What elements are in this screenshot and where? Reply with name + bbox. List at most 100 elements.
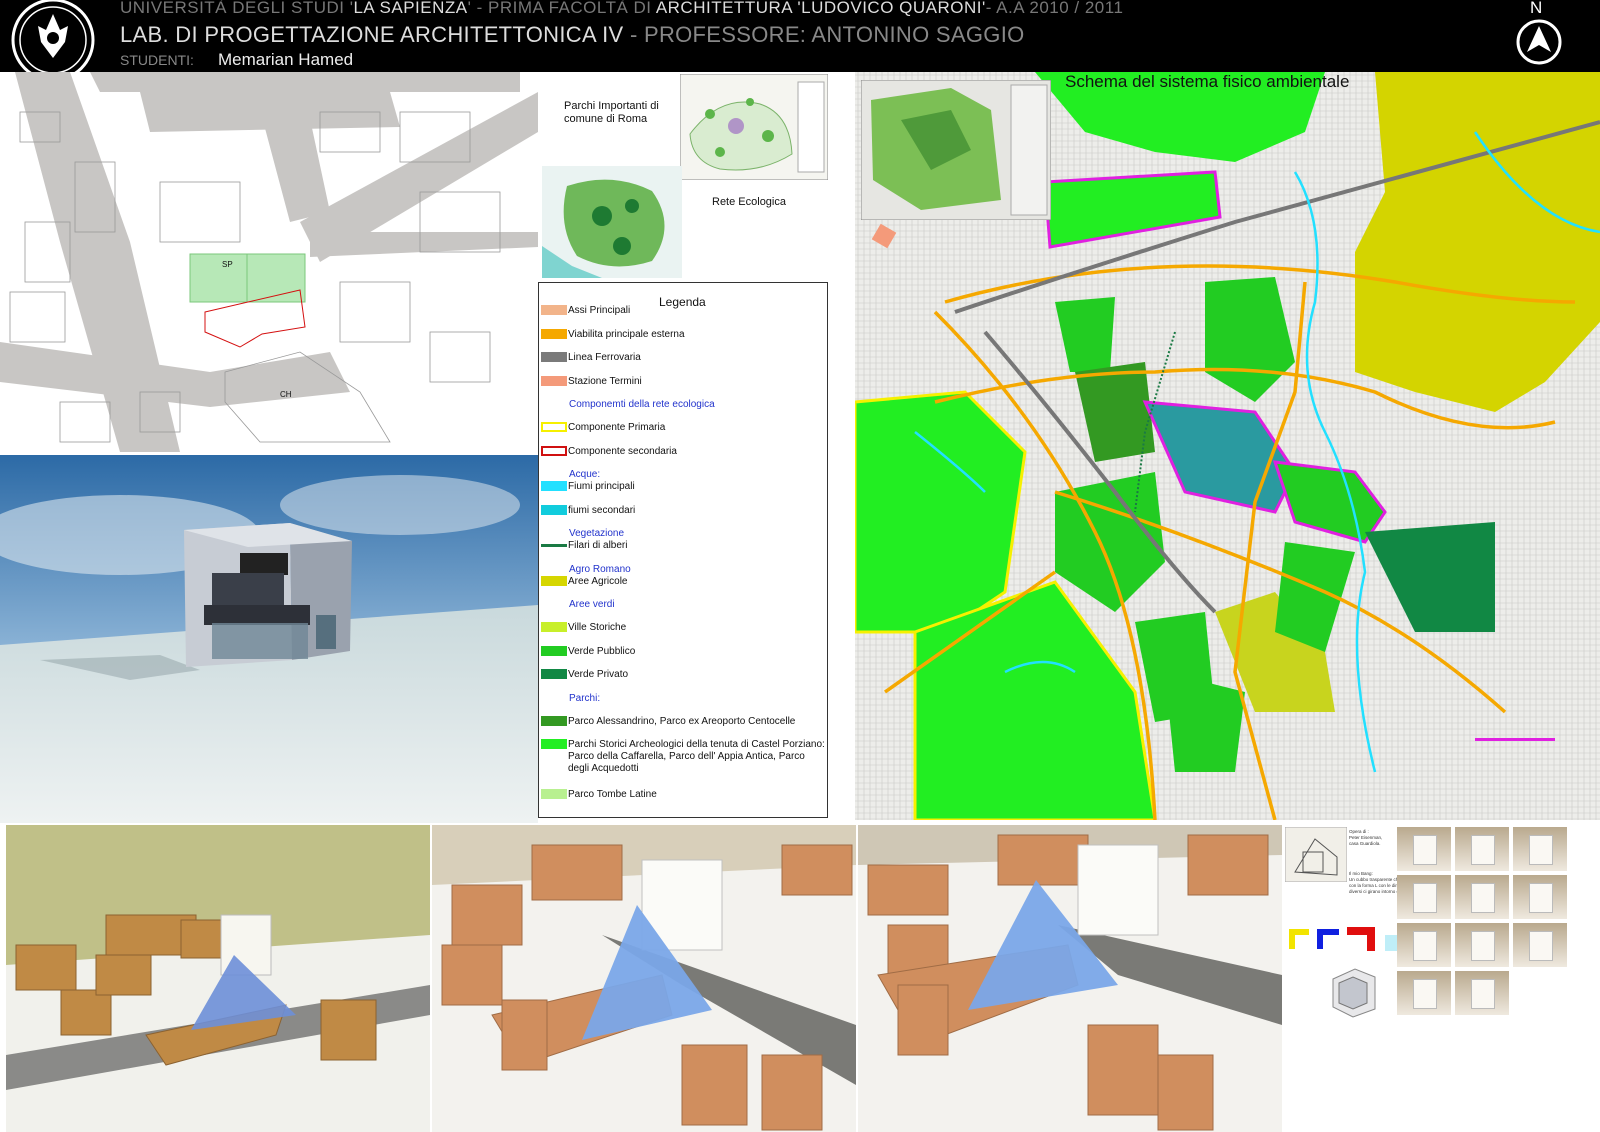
model-thumbnail-block bbox=[1413, 835, 1437, 865]
legend-label: Stazione Termini bbox=[568, 375, 642, 387]
university-line: UNIVERSITÀ DEGLI STUDI 'LA SAPIENZA' - P… bbox=[120, 0, 1124, 17]
model-thumbnail-block bbox=[1471, 883, 1495, 913]
legend-item: Parco Tombe Latine bbox=[541, 789, 657, 803]
model-thumbnail bbox=[1397, 875, 1451, 919]
legend-label: Verde Pubblico bbox=[568, 645, 636, 657]
model-thumbnail bbox=[1455, 875, 1509, 919]
concept-panel: Opera di : Peter Eisenman, casa Guardiol… bbox=[1285, 825, 1600, 1132]
legend-swatch bbox=[541, 739, 567, 750]
student-name: Memarian Hamed bbox=[218, 50, 354, 69]
legend-swatch bbox=[541, 328, 567, 339]
legend-label: Parchi Storici Archeologici della tenuta… bbox=[568, 739, 825, 774]
legend-label: fiumi secondari bbox=[568, 504, 636, 516]
legend-label: Aree Agricole bbox=[568, 575, 628, 587]
opera-caption: Opera di : Peter Eisenman, casa Guardiol… bbox=[1349, 829, 1383, 846]
legend-item: Ville Storiche bbox=[541, 622, 626, 636]
north-label: N bbox=[1530, 0, 1543, 17]
legend-label: Componente secondaria bbox=[568, 445, 677, 457]
legend-heading: Acque: bbox=[569, 469, 601, 480]
ecological-map: Schema del sistema fisico ambientale bbox=[855, 72, 1600, 820]
model-thumbnail-block bbox=[1529, 883, 1553, 913]
site-label-ch: CH bbox=[280, 390, 292, 399]
parks-title: Parchi Importanti di comune di Roma bbox=[564, 100, 659, 125]
model-thumbnail bbox=[1397, 971, 1451, 1015]
legend-label: Linea Ferrovaria bbox=[568, 352, 641, 363]
legend-swatch bbox=[541, 352, 567, 363]
legend-swatch bbox=[541, 575, 567, 586]
legend-swatch bbox=[541, 645, 567, 656]
legend-label: Verde Privato bbox=[568, 669, 629, 680]
legend-item: Linea Ferrovaria bbox=[541, 352, 641, 366]
legend-swatch bbox=[541, 543, 567, 547]
legend-label: Parco Tombe Latine bbox=[568, 789, 657, 800]
model-thumbnail-block bbox=[1413, 931, 1437, 961]
site-plan-drawing bbox=[0, 72, 538, 452]
legend-swatch bbox=[541, 481, 567, 492]
building-render bbox=[0, 455, 538, 823]
legend-item: Filari di alberi bbox=[541, 540, 627, 554]
legend-swatch bbox=[541, 422, 567, 433]
legend-heading: Aree verdi bbox=[569, 599, 615, 610]
cube-model-icon bbox=[1332, 968, 1376, 1018]
legend-item: Parchi Storici Archeologici della tenuta… bbox=[541, 739, 825, 775]
legend-item: Componente Primaria bbox=[541, 422, 665, 436]
model-thumbnail-block bbox=[1471, 835, 1495, 865]
legend-swatch bbox=[541, 445, 567, 456]
model-thumbnail-block bbox=[1529, 835, 1553, 865]
legend-item: Fiumi principali bbox=[541, 481, 635, 495]
legend-item: Assi Principali bbox=[541, 305, 630, 319]
north-arrow-icon bbox=[1516, 19, 1562, 65]
legend-swatch bbox=[541, 622, 567, 633]
legend-heading: Parchi: bbox=[569, 692, 601, 704]
parks-map-thumbnail bbox=[680, 74, 828, 180]
site-label-sp: SP bbox=[222, 260, 233, 269]
model-thumbnail bbox=[1513, 923, 1567, 967]
model-thumbnail bbox=[1397, 827, 1451, 871]
render-view bbox=[0, 455, 538, 823]
model-photo-1 bbox=[6, 825, 430, 1132]
legend-label: Filari di alberi bbox=[568, 540, 628, 551]
map-title: Schema del sistema fisico ambientale bbox=[1065, 72, 1350, 91]
legend-item: Verde Pubblico bbox=[541, 646, 635, 660]
model-thumbnail-block bbox=[1413, 979, 1437, 1009]
legend-item: Viabilita principale esterna bbox=[541, 329, 685, 343]
course-title: LAB. DI PROGETTAZIONE ARCHITETTONICA IV … bbox=[120, 22, 1025, 47]
legend-swatch bbox=[541, 669, 567, 680]
site-plan: SP CH bbox=[0, 72, 538, 452]
map-inset-thumbnail bbox=[861, 80, 1051, 220]
legend-swatch bbox=[541, 305, 567, 316]
header-bar: UNIVERSITÀ DEGLI STUDI 'LA SAPIENZA' - P… bbox=[0, 0, 1600, 72]
model-thumbnail-block bbox=[1413, 883, 1437, 913]
legend-box: Legenda Assi Principali Viabilita princip… bbox=[538, 282, 828, 818]
legend-swatch bbox=[541, 789, 567, 800]
model-thumbnail bbox=[1455, 923, 1509, 967]
legend-item: Parco Alessandrino, Parco ex Areoporto C… bbox=[541, 716, 795, 730]
legend-item: Componente secondaria bbox=[541, 446, 677, 460]
legend-swatch bbox=[541, 504, 567, 515]
parks-reference: Parchi Importanti di comune di Roma Rete… bbox=[538, 72, 828, 280]
legend-label: Viabilita principale esterna bbox=[568, 328, 685, 340]
legend-label: Ville Storiche bbox=[568, 622, 627, 633]
model-photo-3-image bbox=[858, 825, 1282, 1132]
legend-label: Fiumi principali bbox=[568, 481, 635, 492]
legend-title: Legenda bbox=[659, 295, 706, 309]
legend-heading: Vegetazione bbox=[569, 528, 625, 539]
model-photo-1-image bbox=[6, 825, 430, 1132]
model-thumbnail bbox=[1513, 875, 1567, 919]
rete-ecologica-label: Rete Ecologica bbox=[712, 196, 786, 208]
model-thumbnail-block bbox=[1471, 931, 1495, 961]
legend-item: Stazione Termini bbox=[541, 376, 642, 390]
legend-label: Assi Principali bbox=[568, 305, 631, 316]
eisenman-sketch bbox=[1285, 827, 1347, 882]
model-thumbnail bbox=[1455, 827, 1509, 871]
legend-item: fiumi secondari bbox=[541, 505, 635, 519]
model-thumbnail bbox=[1397, 923, 1451, 967]
legend-label: Componente Primaria bbox=[568, 422, 666, 433]
model-thumbnail-block bbox=[1471, 979, 1495, 1009]
legend-swatch bbox=[541, 375, 567, 386]
model-photo-3 bbox=[858, 825, 1282, 1132]
ecological-network-thumbnail bbox=[542, 166, 682, 278]
model-photo-2-image bbox=[432, 825, 856, 1132]
legend-heading: Agro Romano bbox=[569, 563, 631, 575]
legend-swatch bbox=[541, 715, 567, 726]
